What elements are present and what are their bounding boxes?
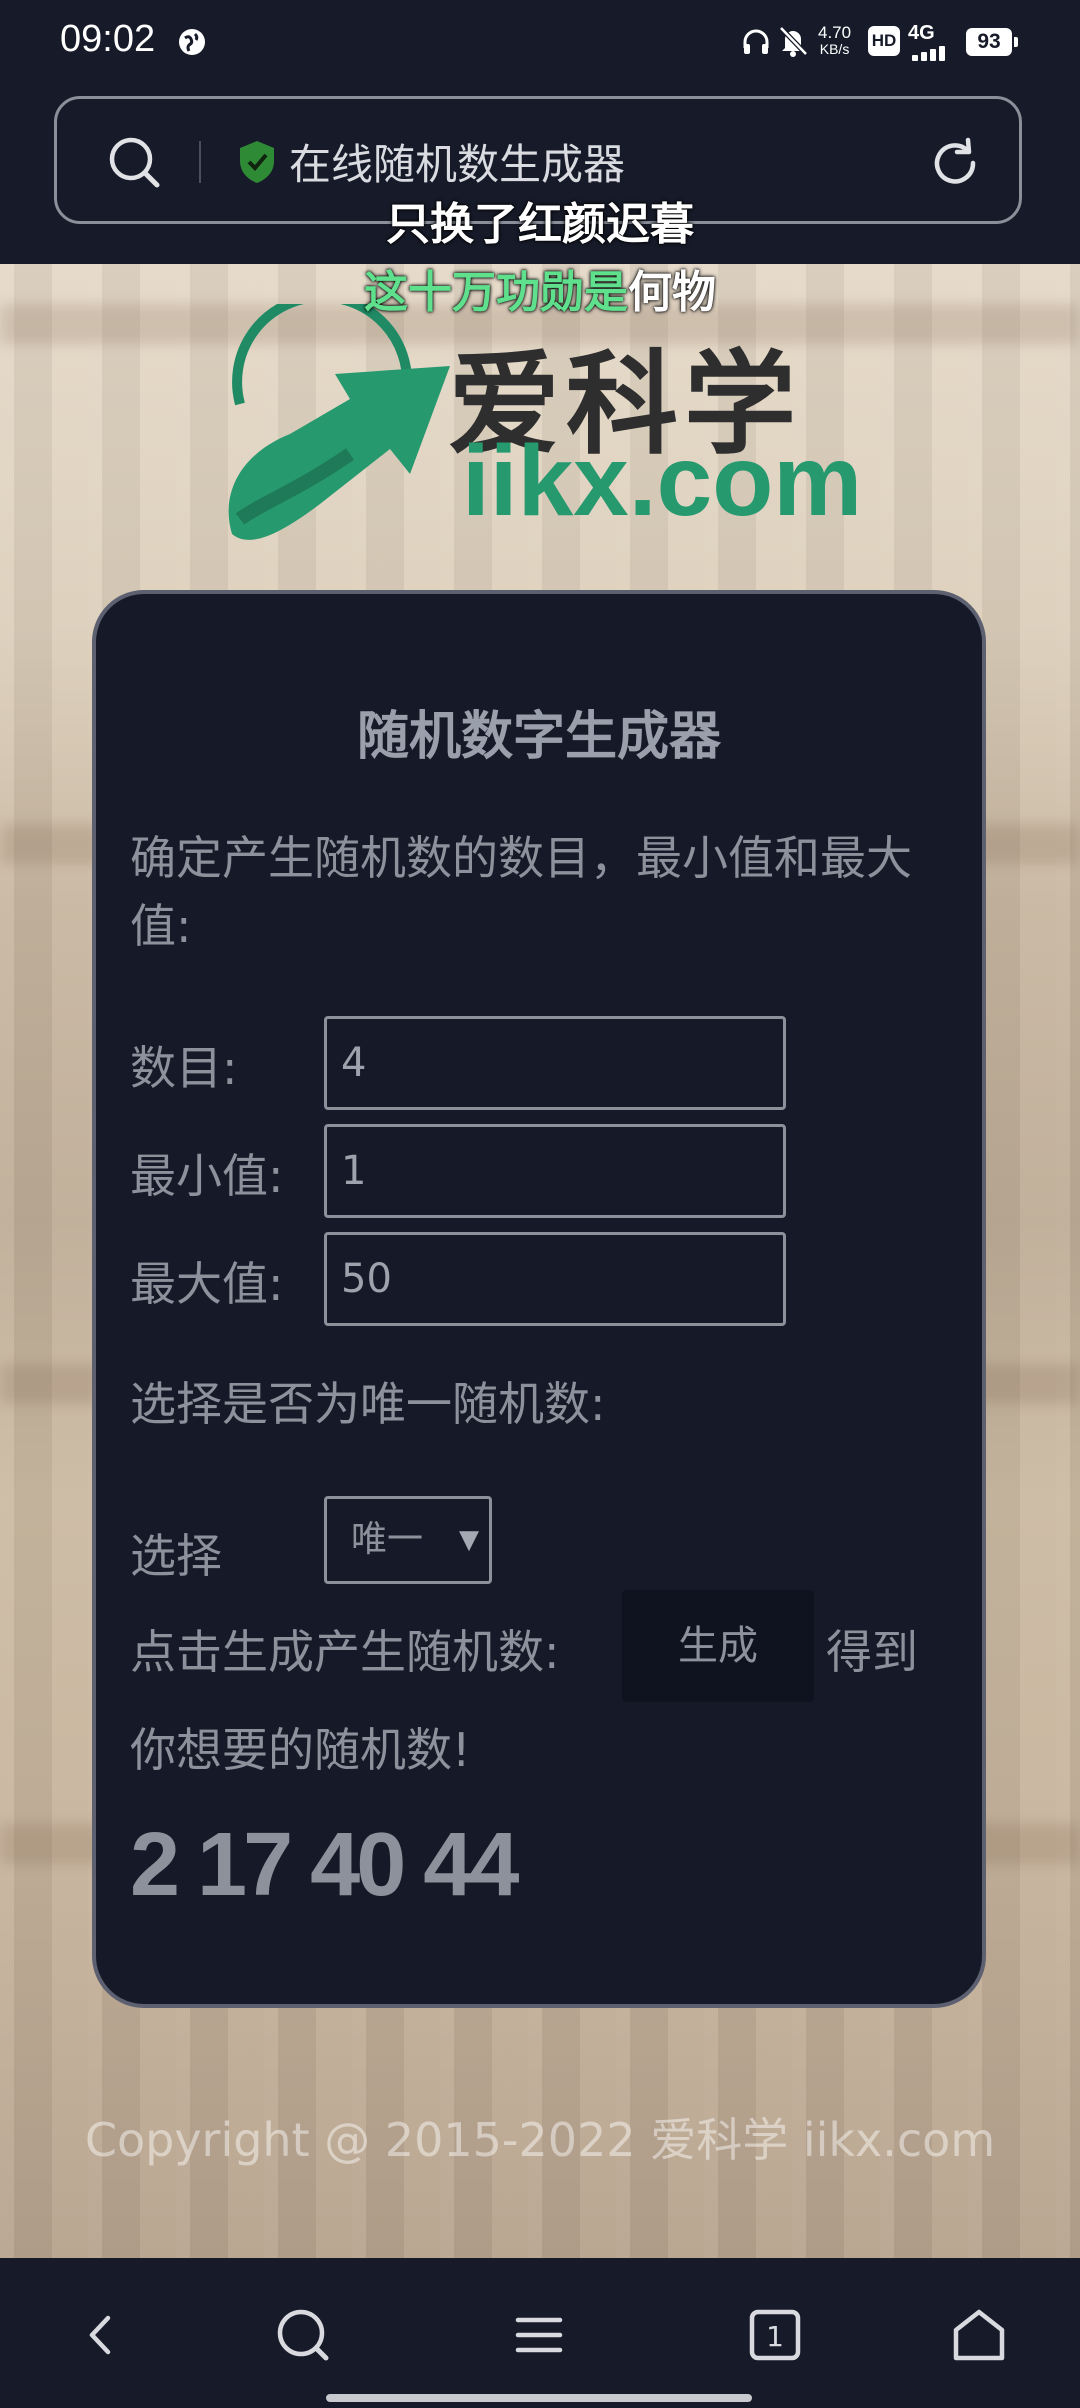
select-label: 选择 [130,1529,222,1583]
headphones-icon [743,29,769,54]
description: 确定产生随机数的数目，最小值和最大值: [130,831,912,953]
home-indicator[interactable] [326,2394,752,2402]
divider [199,141,201,183]
generate-button[interactable]: 生成 [622,1590,814,1702]
svg-text:1: 1 [766,2320,784,2353]
shield-check-icon [240,141,274,183]
globe-icon [179,29,205,55]
copyright: Copyright @ 2015-2022 爱科学 iikx.com [84,2113,996,2167]
search-icon[interactable] [107,135,163,191]
generate-suffix-2: 你想要的随机数! [130,1723,471,1777]
lyric-rest: 何物 [628,267,716,318]
network-speed: 4.70 KB/s [818,23,852,57]
browser-bottom-bar: 1 [0,2258,1080,2408]
lyric-highlight: 这十万功勋是 [364,267,628,318]
status-time: 09:02 [60,18,156,60]
lyric-line-1: 只换了红颜迟暮 [386,199,694,250]
max-label: 最大值: [130,1257,284,1311]
dropdown-arrow-icon: ▼ [459,1525,479,1555]
generator-card: 随机数字生成器 确定产生随机数的数目，最小值和最大值: 数目: 4 最小值: 1… [92,590,986,2008]
network-type: 4G [908,22,935,44]
count-input[interactable]: 4 [324,1016,786,1110]
unique-select[interactable]: 唯一 ▼ [324,1496,492,1584]
tabs-icon[interactable]: 1 [740,2300,810,2370]
count-label: 数目: [130,1041,238,1095]
hd-badge: HD [868,26,900,56]
unique-question: 选择是否为唯一随机数: [130,1377,606,1431]
lyric-line-2: 这十万功勋是何物 [0,256,1080,320]
generate-prefix: 点击生成产生随机数: [130,1625,560,1679]
home-icon[interactable] [944,2300,1014,2370]
signal-icon [912,46,945,61]
select-value: 唯一 [351,1519,424,1560]
menu-icon[interactable] [504,2300,574,2370]
mute-bell-icon [779,26,808,57]
max-input[interactable]: 50 [324,1232,786,1326]
logo-text-en: iikx.com [462,425,863,537]
status-bar: 09:02 4.70 KB/s HD 4G 93 [0,0,1080,84]
web-page: 爱科学 iikx.com 随机数字生成器 确定产生随机数的数目，最小值和最大值:… [0,264,1080,2258]
search-icon[interactable] [268,2300,338,2370]
battery-icon: 93 [966,28,1018,56]
back-icon[interactable] [66,2300,136,2370]
min-input[interactable]: 1 [324,1124,786,1218]
reload-icon[interactable] [927,135,983,191]
page-title[interactable]: 在线随机数生成器 [289,131,625,192]
card-title: 随机数字生成器 [356,707,721,767]
min-label: 最小值: [130,1149,284,1203]
generate-suffix: 得到 [826,1625,918,1679]
result-numbers: 2 17 40 44 [130,1815,519,1915]
